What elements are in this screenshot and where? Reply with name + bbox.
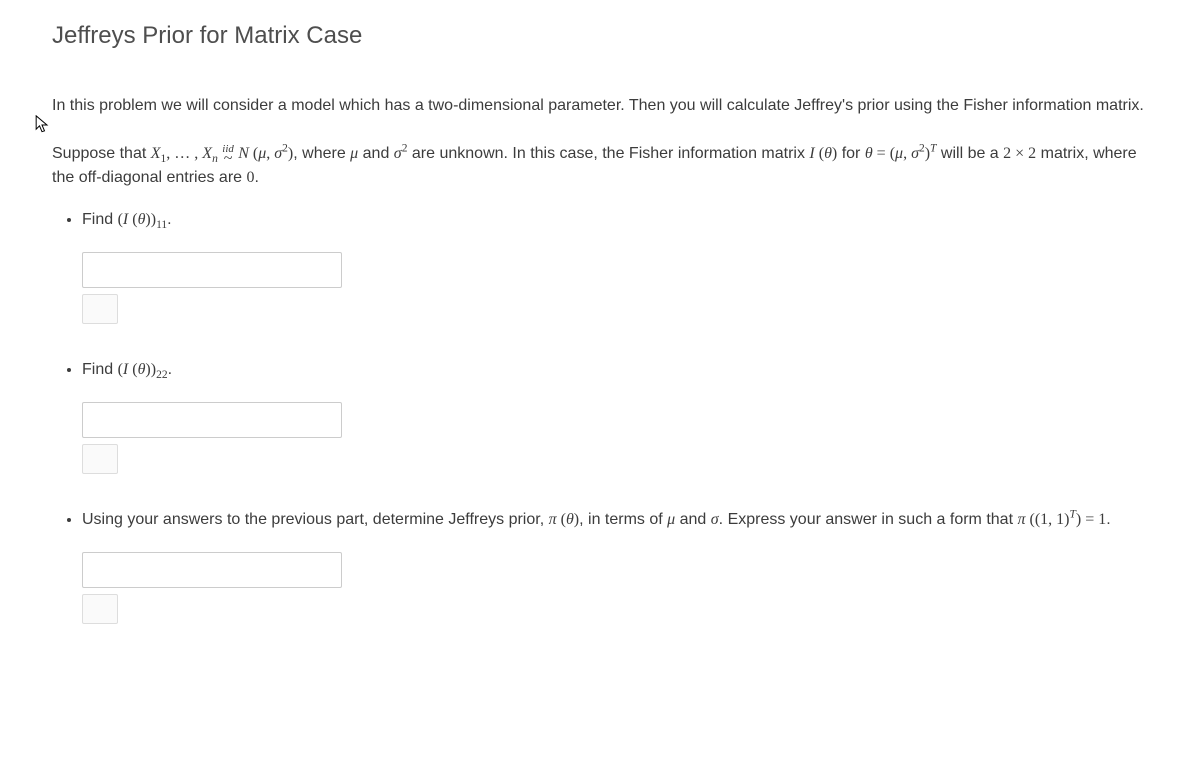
math-zero: 0	[247, 169, 255, 186]
text: .	[1106, 511, 1110, 528]
text: and	[358, 145, 394, 162]
math-2x2: 2 × 2	[1003, 145, 1036, 162]
intro-paragraph: In this problem we will consider a model…	[52, 94, 1146, 118]
text: for	[837, 145, 865, 162]
answer-input-3[interactable]	[82, 552, 342, 588]
text: will be a	[936, 145, 1003, 162]
math-sequence: X1, … , Xn	[151, 145, 218, 162]
math-dist: N (μ, σ2)	[238, 145, 293, 162]
text: Using your answers to the previous part,…	[82, 511, 549, 528]
text: Find	[82, 211, 118, 228]
text: .	[168, 361, 172, 378]
math-sigma2: σ2	[394, 145, 408, 162]
question-1: Find (I (θ))11.	[82, 208, 1146, 324]
math-sigma: σ	[711, 511, 719, 528]
text: and	[675, 511, 711, 528]
math-pi-one: π ((1, 1)T) = 1	[1017, 511, 1106, 528]
text: , in terms of	[579, 511, 667, 528]
answer-input-1[interactable]	[82, 252, 342, 288]
math-I22: (I (θ))22	[118, 361, 168, 378]
math-I-theta: I (θ)	[809, 145, 837, 162]
cursor-icon	[35, 115, 49, 135]
math-pi-theta: π (θ)	[549, 511, 580, 528]
math-mu2: μ	[667, 511, 675, 528]
text: Find	[82, 361, 118, 378]
text: are unknown. In this case, the Fisher in…	[407, 145, 809, 162]
text: Suppose that	[52, 145, 151, 162]
text: .	[255, 169, 259, 186]
status-box-2[interactable]	[82, 444, 118, 474]
suppose-paragraph: Suppose that X1, … , Xn iid~ N (μ, σ2), …	[52, 142, 1146, 190]
page-title: Jeffreys Prior for Matrix Case	[52, 18, 1146, 54]
math-theta-eq: θ = (μ, σ2)T	[865, 145, 937, 162]
text: , where	[293, 145, 350, 162]
text: . Express your answer in such a form tha…	[719, 511, 1018, 528]
math-mu: μ	[350, 145, 358, 162]
status-box-3[interactable]	[82, 594, 118, 624]
text: .	[167, 211, 171, 228]
iid-symbol: iid~	[222, 144, 233, 163]
answer-input-2[interactable]	[82, 402, 342, 438]
status-box-1[interactable]	[82, 294, 118, 324]
question-2: Find (I (θ))22.	[82, 358, 1146, 474]
question-3: Using your answers to the previous part,…	[82, 508, 1146, 624]
math-I11: (I (θ))11	[118, 211, 168, 228]
